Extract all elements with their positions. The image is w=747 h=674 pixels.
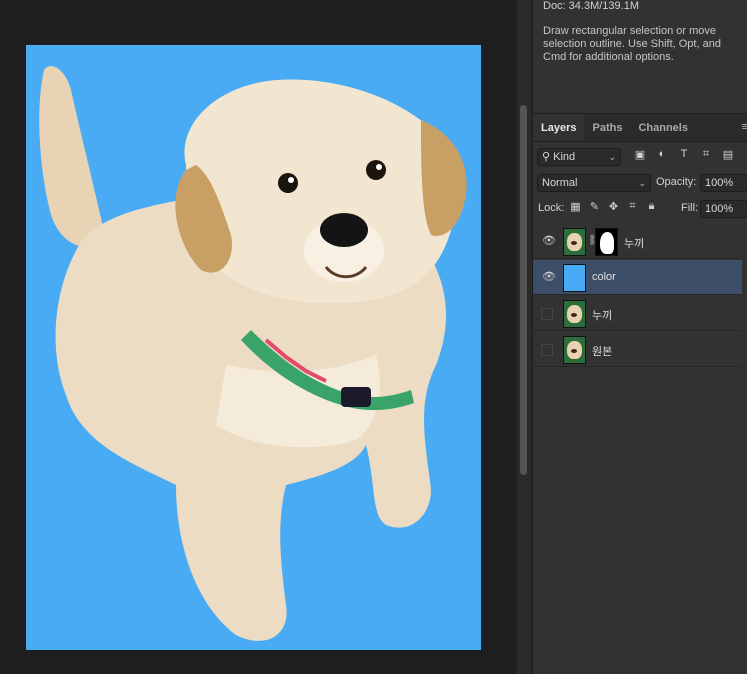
shape-filter-icon[interactable]: ⌗: [699, 148, 713, 161]
blend-mode-select[interactable]: Normal ⌄: [537, 174, 651, 192]
chevron-down-icon: ⌄: [638, 178, 646, 188]
lock-position-icon[interactable]: ✥: [607, 200, 620, 213]
document-canvas[interactable]: [26, 45, 481, 650]
opacity-label: Opacity:: [656, 176, 697, 188]
lock-label: Lock:: [538, 202, 565, 214]
search-icon: ⚲: [542, 151, 551, 163]
tab-layers[interactable]: Layers: [533, 114, 585, 141]
layer-name: 누끼: [624, 238, 645, 250]
vertical-scrollbar-thumb[interactable]: [520, 105, 527, 475]
filter-icons: ▣ ◐ T ⌗ ▤: [633, 148, 735, 161]
eye-icon[interactable]: 👁︎: [542, 270, 556, 283]
layer-thumbnail: [563, 300, 586, 328]
document-size: Doc: 34.3M/139.1M: [543, 0, 639, 12]
layer-thumbnail: [563, 228, 586, 256]
visibility-toggle-off[interactable]: [541, 344, 553, 356]
canvas-area[interactable]: [0, 0, 516, 674]
right-panel: Doc: 34.3M/139.1M Draw rectangular selec…: [532, 0, 747, 674]
smart-object-filter-icon[interactable]: ▤: [721, 148, 735, 161]
layers-panel: Layers Paths Channels ≡ ⚲ Kind ⌄ ▣ ◐ T ⌗…: [533, 114, 747, 674]
puppy-image: [39, 66, 467, 641]
tab-paths[interactable]: Paths: [584, 114, 630, 141]
lock-image-icon[interactable]: ✎: [588, 200, 601, 213]
tool-hint: Draw rectangular selection or move selec…: [543, 25, 721, 63]
layer-name: color: [592, 271, 616, 283]
blend-mode-value: Normal: [542, 177, 578, 189]
panel-tabs: Layers Paths Channels ≡: [533, 114, 747, 142]
adjustment-filter-icon[interactable]: ◐: [655, 148, 669, 161]
lock-all-icon[interactable]: 🔒︎: [645, 200, 658, 213]
layer-row-nukki[interactable]: 누끼: [533, 296, 742, 331]
eye-icon[interactable]: 👁︎: [542, 234, 556, 247]
fill-value: 100%: [705, 203, 734, 215]
layer-row-nukki-masked[interactable]: 👁︎ ⛓︎ 누끼: [533, 224, 742, 259]
visibility-toggle-off[interactable]: [541, 308, 553, 320]
tab-channels[interactable]: Channels: [630, 114, 696, 141]
type-filter-icon[interactable]: T: [677, 148, 691, 161]
opacity-input[interactable]: 100%: [700, 174, 747, 192]
layer-thumbnail: [563, 264, 586, 292]
lock-transparency-icon[interactable]: ▦: [569, 200, 582, 213]
opacity-value: 100%: [705, 177, 734, 189]
fill-input[interactable]: 100%: [700, 200, 747, 218]
layer-mask-thumbnail[interactable]: [595, 228, 618, 256]
layer-name: 누끼: [592, 310, 613, 322]
layer-thumbnail: [563, 336, 586, 364]
lock-icons: ▦ ✎ ✥ ⌗ 🔒︎: [569, 200, 658, 213]
lock-artboard-icon[interactable]: ⌗: [626, 200, 639, 213]
layer-name: 원본: [592, 346, 613, 358]
filter-kind-label: Kind: [553, 151, 576, 163]
layer-row-color[interactable]: 👁︎ color: [533, 260, 742, 295]
info-panel: Doc: 34.3M/139.1M Draw rectangular selec…: [533, 0, 747, 114]
panel-menu-icon[interactable]: ≡: [742, 121, 747, 133]
layer-row-original[interactable]: 원본: [533, 332, 742, 367]
chevron-down-icon: ⌄: [608, 152, 616, 162]
fill-label: Fill:: [681, 202, 699, 214]
filter-kind-select[interactable]: ⚲ Kind ⌄: [537, 148, 621, 166]
image-filter-icon[interactable]: ▣: [633, 148, 647, 161]
